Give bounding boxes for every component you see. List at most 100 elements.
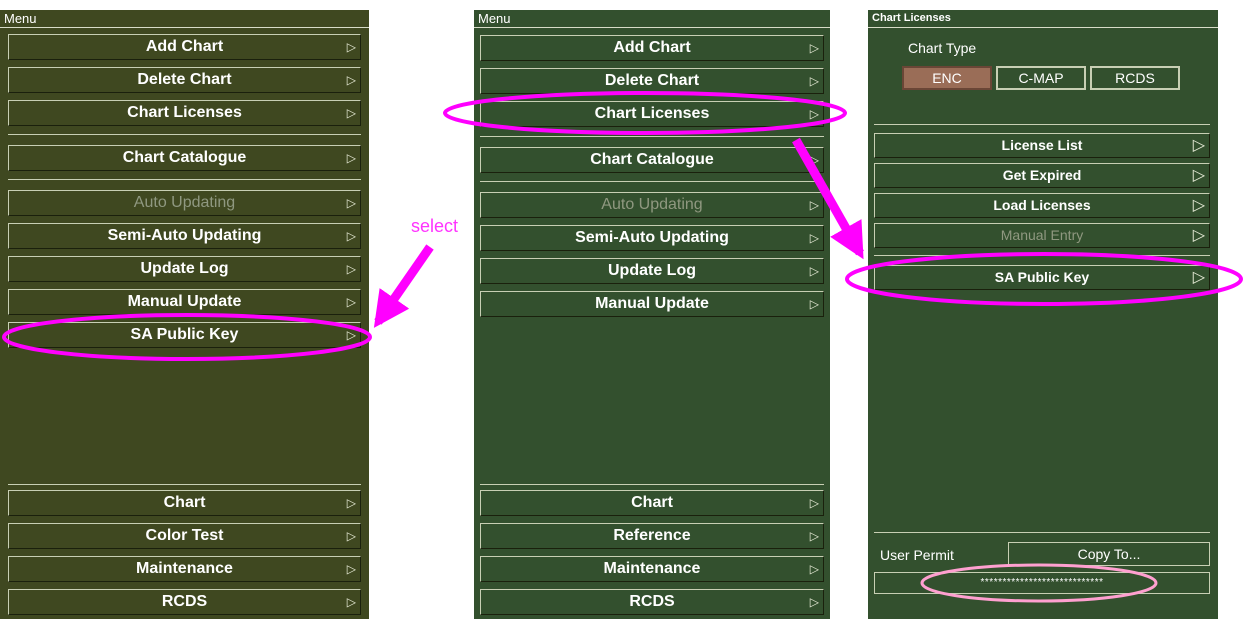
submenu-arrow-icon: ▷ [346, 196, 356, 210]
chart-type-enc-toggle[interactable]: ENC [902, 66, 992, 90]
button-label: Auto Updating [133, 194, 236, 211]
semi-auto-updating-button[interactable]: Semi-Auto Updating ▷ [8, 223, 361, 249]
button-label: Manual Update [127, 293, 242, 310]
button-label: Auto Updating [601, 196, 703, 213]
button-label: Add Chart [145, 38, 224, 55]
chart-licenses-button[interactable]: Chart Licenses ▷ [480, 101, 824, 127]
select-annotation-label: select [411, 216, 459, 236]
button-label: Chart Licenses [127, 104, 242, 121]
button-label: Manual Update [595, 295, 709, 312]
add-chart-button[interactable]: Add Chart ▷ [480, 35, 824, 61]
submenu-arrow-icon: ▷ [1192, 167, 1205, 184]
submenu-arrow-icon: ▷ [346, 595, 356, 609]
button-label: Chart Catalogue [590, 151, 714, 168]
copy-to-button[interactable]: Copy To... [1008, 542, 1210, 566]
chart-button[interactable]: Chart ▷ [8, 490, 361, 516]
divider [8, 484, 361, 485]
button-label: Get Expired [1002, 167, 1082, 183]
button-label: Chart Catalogue [122, 149, 247, 166]
button-label: License List [1001, 137, 1083, 153]
maintenance-button[interactable]: Maintenance ▷ [8, 556, 361, 582]
button-label: Chart [631, 494, 673, 511]
update-log-button[interactable]: Update Log ▷ [8, 256, 361, 282]
button-label: SA Public Key [130, 326, 239, 343]
user-permit-label: User Permit [880, 547, 954, 563]
submenu-arrow-icon: ▷ [809, 153, 819, 167]
submenu-arrow-icon: ▷ [809, 198, 819, 212]
submenu-arrow-icon: ▷ [809, 264, 819, 278]
reference-button[interactable]: Reference ▷ [480, 523, 824, 549]
chart-licenses-button[interactable]: Chart Licenses ▷ [8, 100, 361, 126]
button-label: Reference [613, 527, 691, 544]
submenu-arrow-icon: ▷ [346, 328, 356, 342]
chart-catalogue-button[interactable]: Chart Catalogue ▷ [8, 145, 361, 171]
button-label: Manual Entry [1000, 227, 1084, 243]
button-label: RCDS [629, 593, 675, 610]
add-chart-button[interactable]: Add Chart ▷ [8, 34, 361, 60]
submenu-arrow-icon: ▷ [809, 595, 819, 609]
button-label: Update Log [140, 260, 229, 277]
arrow-icon [373, 244, 434, 328]
submenu-arrow-icon: ▷ [346, 496, 356, 510]
chart-type-rcds-toggle[interactable]: RCDS [1090, 66, 1180, 90]
button-label: Add Chart [613, 39, 691, 56]
submenu-arrow-icon: ▷ [809, 231, 819, 245]
semi-auto-updating-button[interactable]: Semi-Auto Updating ▷ [480, 225, 824, 251]
chart-type-cmap-toggle[interactable]: C-MAP [996, 66, 1086, 90]
button-label: Delete Chart [137, 71, 232, 88]
sa-public-key-button[interactable]: SA Public Key ▷ [874, 265, 1210, 290]
submenu-arrow-icon: ▷ [809, 496, 819, 510]
submenu-arrow-icon: ▷ [346, 40, 356, 54]
divider [874, 124, 1210, 125]
button-label: Color Test [145, 527, 224, 544]
menu-title: Menu [0, 10, 369, 28]
submenu-arrow-icon: ▷ [809, 297, 819, 311]
submenu-arrow-icon: ▷ [346, 295, 356, 309]
divider [480, 181, 824, 182]
divider [8, 134, 361, 135]
auto-updating-button: Auto Updating ▷ [8, 190, 361, 216]
submenu-arrow-icon: ▷ [346, 229, 356, 243]
button-label: Semi-Auto Updating [107, 227, 262, 244]
submenu-arrow-icon: ▷ [1192, 269, 1205, 286]
chart-type-label: Chart Type [908, 40, 977, 56]
button-label: Chart [163, 494, 206, 511]
submenu-arrow-icon: ▷ [346, 529, 356, 543]
divider [480, 484, 824, 485]
submenu-arrow-icon: ▷ [1192, 227, 1205, 244]
button-label: Maintenance [603, 560, 701, 577]
rcds-button[interactable]: RCDS ▷ [480, 589, 824, 615]
license-list-button[interactable]: License List ▷ [874, 133, 1210, 158]
menu-panel-middle: Menu Add Chart ▷ Delete Chart ▷ Chart Lice… [474, 10, 830, 619]
button-label: Chart Licenses [594, 105, 710, 122]
load-licenses-button[interactable]: Load Licenses ▷ [874, 193, 1210, 218]
delete-chart-button[interactable]: Delete Chart ▷ [8, 67, 361, 93]
chart-button[interactable]: Chart ▷ [480, 490, 824, 516]
submenu-arrow-icon: ▷ [809, 41, 819, 55]
update-log-button[interactable]: Update Log ▷ [480, 258, 824, 284]
button-label: Update Log [608, 262, 696, 279]
button-label: RCDS [161, 593, 208, 610]
divider [8, 179, 361, 180]
user-permit-field[interactable]: **************************** [874, 572, 1210, 594]
divider [874, 255, 1210, 256]
divider [480, 136, 824, 137]
submenu-arrow-icon: ▷ [346, 73, 356, 87]
submenu-arrow-icon: ▷ [346, 151, 356, 165]
menu-panel-left: Menu Add Chart ▷ Delete Chart ▷ Chart Lice… [0, 10, 369, 619]
delete-chart-button[interactable]: Delete Chart ▷ [480, 68, 824, 94]
sa-public-key-button[interactable]: SA Public Key ▷ [8, 322, 361, 348]
get-expired-button[interactable]: Get Expired ▷ [874, 163, 1210, 188]
button-label: Delete Chart [604, 72, 700, 89]
manual-update-button[interactable]: Manual Update ▷ [8, 289, 361, 315]
manual-update-button[interactable]: Manual Update ▷ [480, 291, 824, 317]
color-test-button[interactable]: Color Test ▷ [8, 523, 361, 549]
button-label: SA Public Key [994, 269, 1090, 285]
chart-catalogue-button[interactable]: Chart Catalogue ▷ [480, 147, 824, 173]
rcds-button[interactable]: RCDS ▷ [8, 589, 361, 615]
submenu-arrow-icon: ▷ [809, 107, 819, 121]
button-label: Load Licenses [993, 197, 1091, 213]
menu-title: Menu [474, 10, 830, 28]
submenu-arrow-icon: ▷ [346, 562, 356, 576]
maintenance-button[interactable]: Maintenance ▷ [480, 556, 824, 582]
